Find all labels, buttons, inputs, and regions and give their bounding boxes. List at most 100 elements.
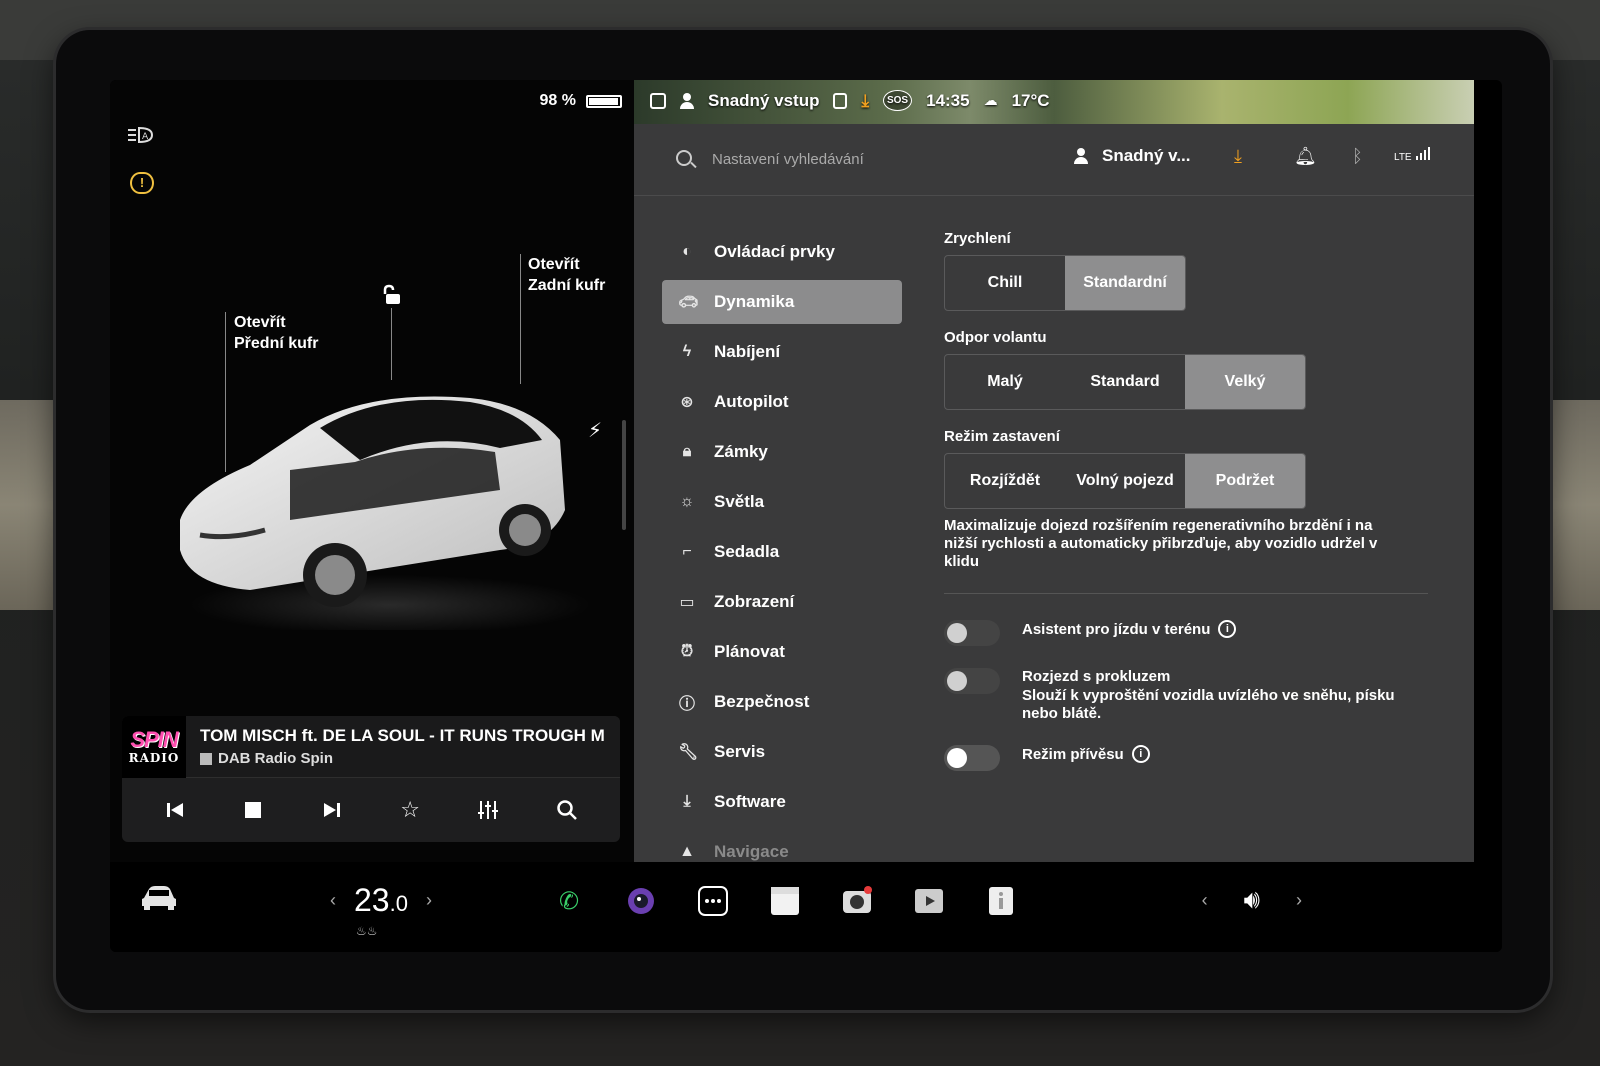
car-controls-icon[interactable] — [140, 884, 178, 917]
search-icon[interactable] — [676, 150, 692, 166]
temp-integer: 23 — [354, 882, 390, 918]
trailer-mode-row: Režim přívěsu i — [944, 745, 1434, 771]
phone-icon[interactable]: ✆ — [550, 882, 588, 920]
offroad-assist-text: Asistent pro jízdu v terénu — [1022, 620, 1211, 638]
now-playing[interactable]: SPIN RADIO TOM MISCH ft. DE LA SOUL - IT… — [122, 716, 620, 778]
lte-signal-icon: LTE — [1394, 146, 1434, 163]
camera-app-icon[interactable] — [622, 882, 660, 920]
car-panel-scrollbar[interactable] — [622, 420, 626, 530]
equalizer-button[interactable] — [468, 790, 508, 830]
nav-item-servis[interactable]: 🔧︎ Servis — [662, 730, 902, 774]
unlock-icon[interactable] — [380, 284, 400, 304]
settings-nav: ◐ Ovládací prvky 🚗︎ Dynamika ϟ Nabíjení ⊛ Autop… — [662, 230, 902, 880]
favorite-star-button[interactable]: ☆ — [390, 790, 430, 830]
nav-item-label: Zámky — [714, 442, 768, 461]
stopping-option-3[interactable]: Podržet — [1185, 454, 1305, 508]
media-search-button[interactable] — [547, 790, 587, 830]
bottom-bar: ‹ 23.0 › ♨♨ ✆ ‹ 🔊︎ › — [110, 862, 1502, 952]
nav-item-autopilot[interactable]: ⊛ Autopilot — [662, 380, 902, 424]
stopping-option-2[interactable]: Volný pojezd — [1065, 454, 1185, 508]
nav-item-bezpecnost[interactable]: ⓘ Bezpečnost — [662, 680, 902, 724]
steering-selector: Malý Standard Velký — [944, 354, 1306, 410]
frunk-open-label[interactable]: Otevřít Přední kufr — [234, 312, 318, 354]
slip-start-description: Slouží k vyproštění vozidla uvízlého ve … — [1022, 687, 1395, 722]
download-icon: ⤓ — [683, 793, 691, 810]
navigation-icon: ▲ — [679, 843, 695, 860]
nav-item-software[interactable]: ⤓ Software — [662, 780, 902, 824]
stopping-mode-selector: Rozjíždět Volný pojezd Podržet — [944, 453, 1306, 509]
temp-increase-button[interactable]: › — [426, 890, 432, 911]
steering-option-1[interactable]: Malý — [945, 355, 1065, 409]
settings-search-input[interactable] — [712, 144, 1012, 174]
stopping-mode-title: Režim zastavení — [944, 428, 1060, 445]
previous-track-button[interactable] — [155, 790, 195, 830]
info-icon[interactable]: i — [1218, 620, 1237, 638]
driver-profile-icon — [1074, 148, 1088, 164]
seat-heater-icon: ♨♨ — [356, 924, 378, 938]
acceleration-option-2[interactable]: Standardní — [1065, 256, 1185, 310]
slip-start-toggle[interactable] — [944, 668, 1000, 694]
speaker-volume-icon[interactable]: 🔊︎ — [1244, 884, 1260, 916]
volume-down-button[interactable]: ‹ — [1202, 890, 1208, 911]
settings-header: Snadný v... ⤓ 🔔︎ ᛒ LTE — [634, 124, 1474, 196]
calendar-icon[interactable] — [766, 882, 804, 920]
status-download-icon[interactable]: ⤓ — [861, 91, 869, 111]
sos-icon[interactable]: SOS — [882, 90, 913, 111]
display-icon: ▭ — [679, 594, 695, 611]
nav-item-svetla[interactable]: ☼ Světla — [662, 480, 902, 524]
offroad-assist-toggle[interactable] — [944, 620, 1000, 646]
manual-info-icon[interactable] — [982, 882, 1020, 920]
nav-item-zobrazeni[interactable]: ▭ Zobrazení — [662, 580, 902, 624]
lock-icon: 🔒︎ — [682, 443, 692, 460]
slip-start-row: Rozjezd s prokluzem Slouží k vyproštění … — [944, 668, 1434, 723]
nav-item-ovladaci-prvky[interactable]: ◐ Ovládací prvky — [662, 230, 902, 274]
stopping-option-1[interactable]: Rozjíždět — [945, 454, 1065, 508]
frunk-label-line1: Otevřít — [234, 314, 286, 331]
frunk-label-line2: Přední kufr — [234, 335, 319, 352]
nav-item-dynamika[interactable]: 🚗︎ Dynamika — [662, 280, 902, 324]
auto-headlights-icon: A — [126, 126, 156, 151]
notification-bell-icon[interactable]: 🔔︎ — [1294, 146, 1317, 167]
profile-icon — [680, 92, 694, 109]
stopping-mode-description: Maximalizuje dojezd rozšířením regenerat… — [944, 517, 1378, 570]
cabin-temperature[interactable]: 23.0 — [354, 882, 408, 919]
steering-option-2[interactable]: Standard — [1065, 355, 1185, 409]
nav-item-nabijeni[interactable]: ϟ Nabíjení — [662, 330, 902, 374]
theater-icon[interactable] — [910, 882, 948, 920]
volume-up-button[interactable]: › — [1296, 890, 1302, 911]
nav-item-label: Ovládací prvky — [714, 242, 835, 261]
trailer-mode-toggle[interactable] — [944, 745, 1000, 771]
volume-control: ‹ 🔊︎ › — [1202, 884, 1302, 916]
software-download-icon[interactable]: ⤓ — [1234, 146, 1242, 167]
sun-icon: ☼ — [679, 493, 695, 510]
settings-panel: Snadný vstup ⤓ SOS 14:35 ☁ 17°C Snadný v… — [634, 80, 1474, 862]
more-apps-icon[interactable] — [694, 882, 732, 920]
trunk-open-label[interactable]: Otevřít Zadní kufr — [528, 254, 605, 296]
tire-pressure-warning-icon[interactable]: ! — [130, 172, 154, 194]
charge-port-bolt-icon[interactable]: ⚡ — [588, 418, 602, 443]
media-player: SPIN RADIO TOM MISCH ft. DE LA SOUL - IT… — [122, 716, 620, 842]
next-track-button[interactable] — [312, 790, 352, 830]
nav-item-sedadla[interactable]: ⌐ Sedadla — [662, 530, 902, 574]
status-profile-name[interactable]: Snadný vstup — [708, 91, 819, 111]
acceleration-option-1[interactable]: Chill — [945, 256, 1065, 310]
nav-item-planovat[interactable]: ⏰︎ Plánovat — [662, 630, 902, 674]
stop-button[interactable] — [233, 790, 273, 830]
temp-decrease-button[interactable]: ‹ — [330, 890, 336, 911]
dashcam-icon[interactable] — [838, 882, 876, 920]
unlock-status-icon[interactable] — [650, 92, 666, 109]
station-name: DAB Radio Spin — [200, 750, 605, 767]
offroad-assist-row: Asistent pro jízdu v terénu i — [944, 620, 1434, 646]
nav-item-label: Bezpečnost — [714, 692, 810, 711]
driver-profile-button[interactable]: Snadný v... — [1074, 146, 1191, 166]
nav-item-zamky[interactable]: 🔒︎ Zámky — [662, 430, 902, 474]
trunk-pointer-line — [520, 254, 521, 384]
track-info: TOM MISCH ft. DE LA SOUL - IT RUNS TROUG… — [186, 726, 605, 767]
trunk-label-line1: Otevřít — [528, 256, 580, 273]
climate-temperature-control: ‹ 23.0 › — [330, 882, 432, 919]
wrench-icon: 🔧︎ — [678, 744, 699, 761]
dynamics-settings: Zrychlení Chill Standardní Odpor volantu … — [944, 230, 1434, 793]
steering-option-3[interactable]: Velký — [1185, 355, 1305, 409]
bluetooth-icon[interactable]: ᛒ — [1352, 146, 1363, 167]
info-icon[interactable]: i — [1131, 745, 1150, 763]
